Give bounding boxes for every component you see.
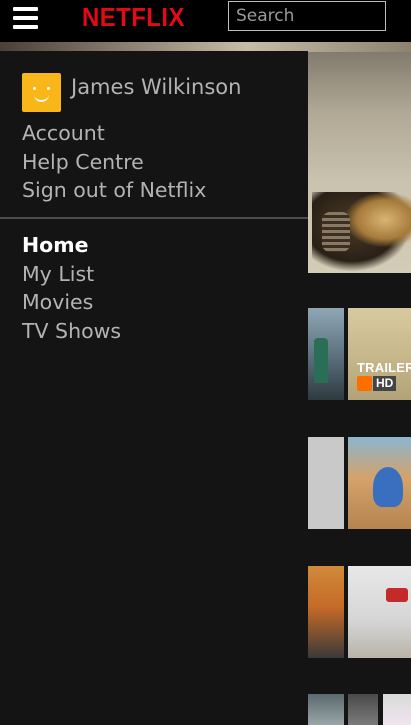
thumbnail-figure <box>373 467 403 507</box>
title-thumbnail[interactable] <box>348 694 378 725</box>
menu-divider <box>0 217 308 219</box>
title-thumbnail[interactable]: TRAILER HD <box>348 308 411 400</box>
nav-item-movies[interactable]: Movies <box>22 288 121 317</box>
account-link[interactable]: Account <box>22 119 206 148</box>
account-links: Account Help Centre Sign out of Netflix <box>22 119 206 205</box>
title-thumbnail[interactable] <box>308 566 344 658</box>
hd-badge: HD <box>357 376 407 391</box>
side-menu: James Wilkinson Account Help Centre Sign… <box>0 51 308 725</box>
search-input[interactable] <box>228 1 386 31</box>
nav-item-tv-shows[interactable]: TV Shows <box>22 317 121 346</box>
hamburger-menu-icon[interactable] <box>13 7 38 29</box>
hd-label: HD <box>373 376 397 391</box>
thumbnail-figure <box>386 588 408 602</box>
main-nav: Home My List Movies TV Shows <box>22 231 121 345</box>
nav-item-home[interactable]: Home <box>22 231 121 260</box>
netflix-logo[interactable]: NETFLIX <box>82 2 185 33</box>
top-bar: NETFLIX <box>0 0 411 42</box>
title-thumbnail[interactable] <box>348 566 411 658</box>
title-thumbnail[interactable] <box>383 694 411 725</box>
thumbnail-figure <box>314 338 328 383</box>
hero-image-detail <box>322 212 350 252</box>
title-thumbnail[interactable] <box>308 694 344 725</box>
title-thumbnail[interactable] <box>308 437 344 529</box>
trailer-label: TRAILER <box>357 360 411 375</box>
title-thumbnail[interactable] <box>348 437 411 529</box>
help-centre-link[interactable]: Help Centre <box>22 148 206 177</box>
smiley-avatar-icon <box>22 73 61 112</box>
hd-icon <box>357 376 372 391</box>
sign-out-link[interactable]: Sign out of Netflix <box>22 176 206 205</box>
profile-name: James Wilkinson <box>71 75 242 99</box>
title-thumbnail[interactable] <box>308 308 344 400</box>
nav-item-my-list[interactable]: My List <box>22 260 121 289</box>
